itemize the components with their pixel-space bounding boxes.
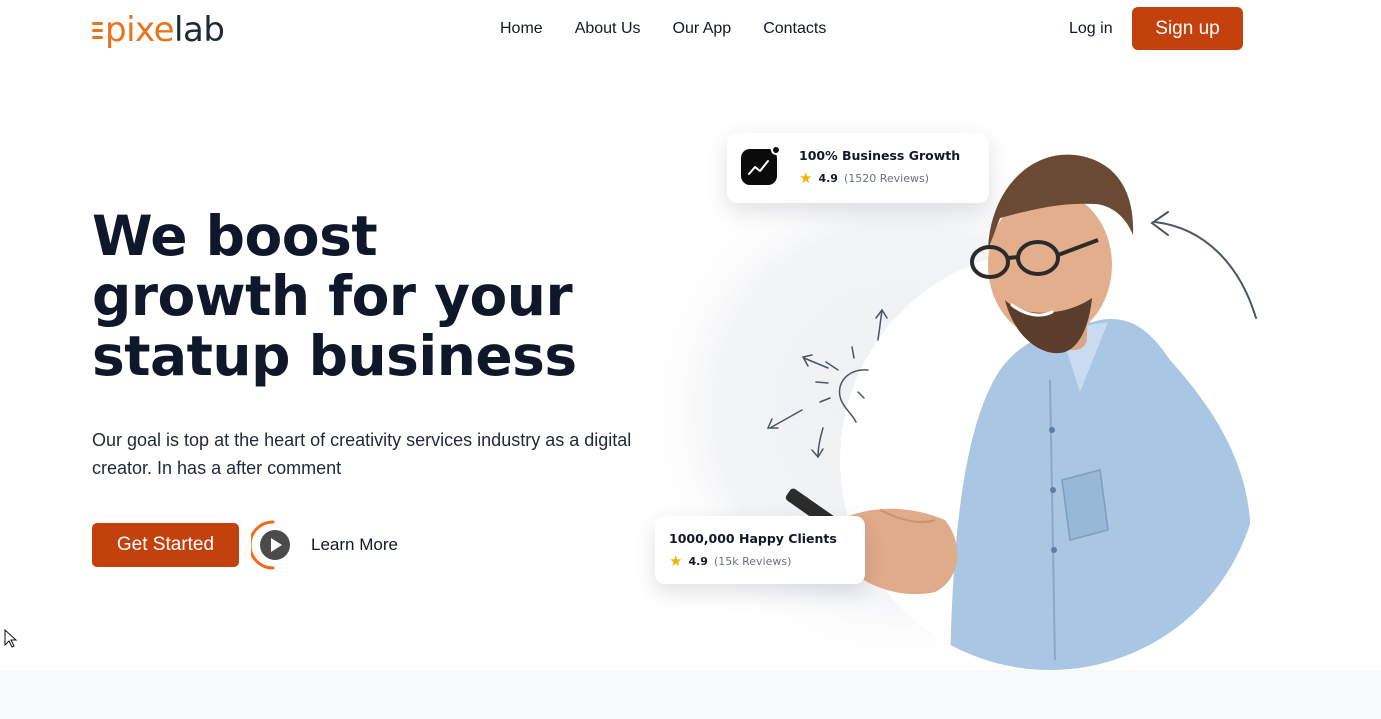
logo-text-primary: pixe [105,10,175,50]
nav-about-us[interactable]: About Us [575,19,641,39]
get-started-button[interactable]: Get Started [92,523,239,567]
learn-more-button[interactable]: Learn More [251,520,398,570]
mouse-cursor-icon [4,629,18,648]
nav-contacts[interactable]: Contacts [763,19,826,39]
next-section-band [0,670,1381,719]
logo[interactable]: pixe lab [92,10,225,50]
clients-score: 4.9 [688,555,708,568]
hero-description: Our goal is top at the heart of creativi… [92,430,632,478]
learn-more-label: Learn More [311,535,398,554]
growth-stat-card: 100% Business Growth ★ 4.9 (1520 Reviews… [727,133,989,203]
logo-mark [92,21,103,39]
logo-text-secondary: lab [174,10,225,50]
nav-our-app[interactable]: Our App [673,19,732,39]
growth-title: 100% Business Growth [799,148,961,163]
growth-review-count: (1520 Reviews) [843,172,930,185]
clients-stat-card: 1000,000 Happy Clients ★ 4.9 (15k Review… [655,516,865,584]
play-icon[interactable] [251,520,301,570]
clients-rating: ★ 4.9 (15k Reviews) [669,554,837,569]
growth-rating: ★ 4.9 (1520 Reviews) [799,171,960,186]
trend-chart-icon [741,145,781,185]
hero-title-line: We boost [92,204,378,268]
hero-title-line: statup business [92,324,577,388]
clients-title: 1000,000 Happy Clients [669,531,837,546]
nav-home[interactable]: Home [500,19,543,39]
star-icon: ★ [799,169,813,187]
main-nav: Home About Us Our App Contacts [500,19,826,39]
growth-score: 4.9 [818,172,838,185]
hero-title: We boost growth for your statup business [92,206,652,386]
signup-button[interactable]: Sign up [1132,7,1243,50]
hero-title-line: growth for your [92,264,573,328]
hero-illustration [635,145,1260,670]
star-icon: ★ [669,552,683,570]
login-link[interactable]: Log in [1069,19,1113,39]
clients-review-count: (15k Reviews) [713,555,792,568]
